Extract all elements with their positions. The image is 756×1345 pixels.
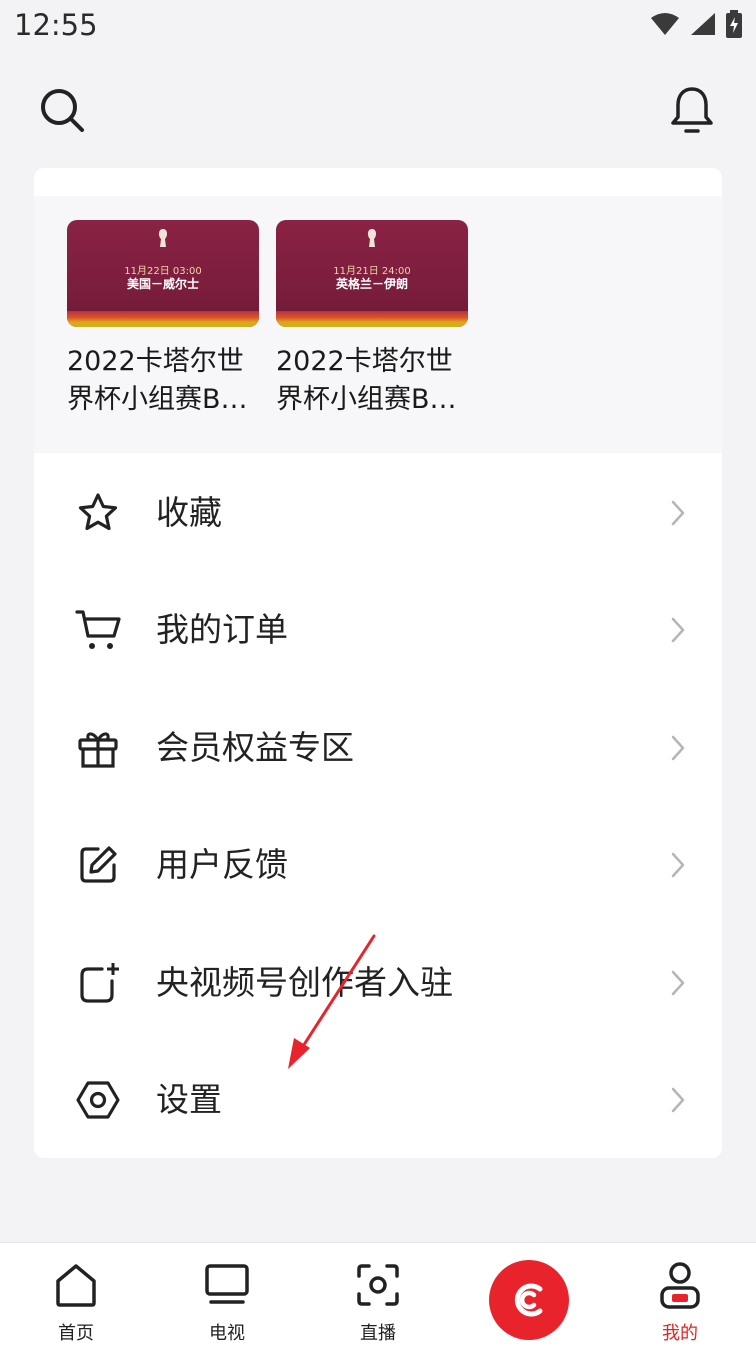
menu-label: 收藏 bbox=[156, 493, 222, 532]
tab-tv[interactable]: 电视 bbox=[172, 1243, 282, 1345]
status-icons bbox=[650, 10, 742, 38]
match-teams: 英格兰－伊朗 bbox=[335, 277, 408, 291]
edit-icon bbox=[74, 843, 122, 887]
tab-profile[interactable]: 我的 bbox=[625, 1243, 735, 1345]
top-bar bbox=[0, 60, 756, 160]
cart-icon bbox=[74, 608, 122, 652]
star-icon bbox=[74, 491, 122, 535]
history-item[interactable]: 11月22日 03:00 美国－威尔士 2022卡塔尔世界杯小组赛B… bbox=[67, 220, 259, 419]
search-icon bbox=[41, 89, 84, 132]
menu-item-feedback[interactable]: 用户反馈 bbox=[34, 806, 722, 924]
menu-item-membership[interactable]: 会员权益专区 bbox=[34, 689, 722, 807]
battery-charging-icon bbox=[726, 10, 742, 38]
tv-icon bbox=[199, 1257, 255, 1313]
menu-label: 会员权益专区 bbox=[156, 728, 354, 767]
search-button[interactable] bbox=[32, 80, 92, 140]
match-teams: 美国－威尔士 bbox=[126, 277, 199, 291]
tab-home[interactable]: 首页 bbox=[21, 1243, 131, 1345]
home-icon bbox=[48, 1257, 104, 1313]
cellular-signal-icon bbox=[691, 13, 715, 35]
status-time: 12:55 bbox=[14, 8, 98, 42]
status-bar: 12:55 bbox=[0, 0, 756, 52]
menu-label: 央视频号创作者入驻 bbox=[156, 963, 453, 1002]
world-cup-logo-icon bbox=[367, 229, 377, 247]
menu-label: 设置 bbox=[156, 1080, 222, 1119]
chevron-right-icon bbox=[671, 735, 685, 761]
bell-icon bbox=[671, 87, 713, 133]
chevron-right-icon bbox=[671, 852, 685, 878]
add-square-icon bbox=[74, 961, 122, 1005]
menu-item-favorites[interactable]: 收藏 bbox=[34, 454, 722, 572]
notification-button[interactable] bbox=[662, 80, 722, 140]
menu-item-settings[interactable]: 设置 bbox=[34, 1041, 722, 1158]
chevron-right-icon bbox=[671, 500, 685, 526]
history-title: 2022卡塔尔世界杯小组赛B… bbox=[67, 346, 248, 415]
cctv-center-button[interactable] bbox=[489, 1260, 569, 1340]
gift-icon bbox=[74, 726, 122, 770]
watch-history: 11月22日 03:00 美国－威尔士 2022卡塔尔世界杯小组赛B… 11月2… bbox=[34, 196, 722, 453]
tab-label: 我的 bbox=[662, 1323, 698, 1344]
chevron-right-icon bbox=[671, 617, 685, 643]
history-thumbnail: 11月22日 03:00 美国－威尔士 bbox=[67, 220, 259, 327]
menu-label: 我的订单 bbox=[156, 610, 288, 649]
history-thumbnail: 11月21日 24:00 英格兰－伊朗 bbox=[276, 220, 468, 327]
menu-item-creator[interactable]: 央视频号创作者入驻 bbox=[34, 924, 722, 1042]
tab-label: 直播 bbox=[360, 1323, 396, 1344]
bottom-tab-bar: 首页 电视 直播 我的 bbox=[0, 1242, 756, 1345]
menu-label: 用户反馈 bbox=[156, 845, 288, 884]
world-cup-logo-icon bbox=[158, 229, 168, 247]
wifi-icon bbox=[651, 13, 679, 35]
chevron-right-icon bbox=[671, 970, 685, 996]
cctv-logo-icon bbox=[514, 1283, 543, 1317]
history-item[interactable]: 11月21日 24:00 英格兰－伊朗 2022卡塔尔世界杯小组赛B… bbox=[276, 220, 468, 419]
profile-card: 11月22日 03:00 美国－威尔士 2022卡塔尔世界杯小组赛B… 11月2… bbox=[34, 168, 722, 1158]
history-title: 2022卡塔尔世界杯小组赛B… bbox=[276, 346, 457, 415]
menu-item-orders[interactable]: 我的订单 bbox=[34, 571, 722, 689]
tab-live[interactable]: 直播 bbox=[323, 1243, 433, 1345]
settings-hexagon-icon bbox=[74, 1078, 122, 1122]
live-icon bbox=[350, 1257, 406, 1313]
chevron-right-icon bbox=[671, 1087, 685, 1113]
tab-label: 电视 bbox=[209, 1323, 245, 1344]
profile-icon bbox=[652, 1257, 708, 1313]
tab-label: 首页 bbox=[58, 1323, 94, 1344]
